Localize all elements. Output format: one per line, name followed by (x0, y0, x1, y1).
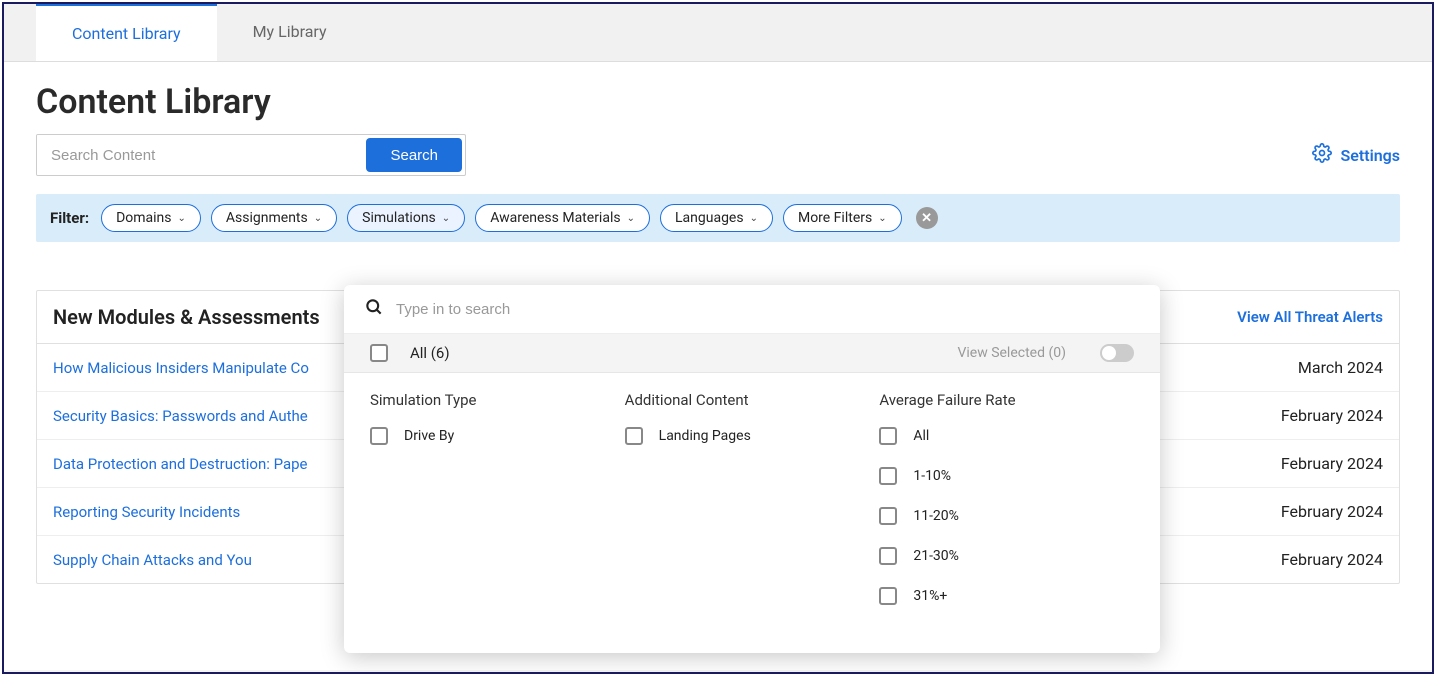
close-icon: ✕ (921, 211, 932, 226)
search-button[interactable]: Search (366, 138, 462, 172)
pill-label: Languages (675, 210, 744, 226)
chevron-down-icon: ⌄ (750, 213, 758, 224)
tab-my-library[interactable]: My Library (217, 4, 363, 61)
row-date: February 2024 (1281, 550, 1383, 569)
checkbox[interactable] (625, 427, 643, 445)
checkbox[interactable] (879, 507, 897, 525)
option-label: 1-10% (913, 468, 951, 484)
option-label: 21-30% (913, 548, 959, 564)
column-title: Additional Content (625, 391, 880, 409)
pill-label: Awareness Materials (490, 210, 620, 226)
option-failure-31plus[interactable]: 31%+ (879, 587, 1134, 605)
row-link[interactable]: Reporting Security Incidents (53, 503, 240, 521)
checkbox[interactable] (879, 427, 897, 445)
row-date: February 2024 (1281, 454, 1383, 473)
checkbox[interactable] (370, 427, 388, 445)
all-label: All (6) (410, 344, 450, 362)
tab-bar: Content Library My Library (4, 4, 1432, 62)
row-date: February 2024 (1281, 502, 1383, 521)
option-failure-11-20[interactable]: 11-20% (879, 507, 1134, 525)
checkbox[interactable] (879, 547, 897, 565)
option-label: Drive By (404, 428, 454, 444)
row-link[interactable]: How Malicious Insiders Manipulate Co (53, 359, 309, 377)
row-link[interactable]: Data Protection and Destruction: Pape (53, 455, 308, 473)
row-link[interactable]: Security Basics: Passwords and Authe (53, 407, 308, 425)
filter-pill-simulations[interactable]: Simulations ⌄ (347, 204, 465, 232)
column-title: Simulation Type (370, 391, 625, 409)
dropdown-search-row (344, 285, 1160, 334)
option-label: 11-20% (913, 508, 959, 524)
column-simulation-type: Simulation Type Drive By (370, 391, 625, 627)
filter-pill-awareness[interactable]: Awareness Materials ⌄ (475, 204, 650, 232)
clear-filters-button[interactable]: ✕ (916, 207, 938, 229)
dropdown-header: All (6) View Selected (0) (344, 334, 1160, 373)
row-date: March 2024 (1298, 358, 1383, 377)
option-label: 31%+ (913, 588, 947, 604)
filter-bar: Filter: Domains ⌄ Assignments ⌄ Simulation… (36, 194, 1400, 242)
column-failure-rate: Average Failure Rate All 1-10% 11-20% 21… (879, 391, 1134, 627)
option-failure-21-30[interactable]: 21-30% (879, 547, 1134, 565)
checkbox[interactable] (879, 467, 897, 485)
column-title: Average Failure Rate (879, 391, 1134, 409)
pill-label: Simulations (362, 210, 436, 226)
option-drive-by[interactable]: Drive By (370, 427, 625, 445)
column-additional-content: Additional Content Landing Pages (625, 391, 880, 627)
option-failure-1-10[interactable]: 1-10% (879, 467, 1134, 485)
section-title: New Modules & Assessments (53, 305, 320, 329)
filter-pill-languages[interactable]: Languages ⌄ (660, 204, 773, 232)
filter-pill-assignments[interactable]: Assignments ⌄ (211, 204, 337, 232)
pill-label: Assignments (226, 210, 308, 226)
row-link[interactable]: Supply Chain Attacks and You (53, 551, 252, 569)
option-label: All (913, 428, 929, 444)
tab-content-library[interactable]: Content Library (36, 3, 217, 61)
search-icon (364, 297, 384, 321)
filter-label: Filter: (50, 209, 89, 227)
view-all-link[interactable]: View All Threat Alerts (1237, 308, 1383, 326)
row-date: February 2024 (1281, 406, 1383, 425)
chevron-down-icon: ⌄ (314, 213, 322, 224)
checkbox[interactable] (879, 587, 897, 605)
dropdown-search-input[interactable] (396, 301, 1140, 318)
simulations-filter-dropdown: All (6) View Selected (0) Simulation Typ… (344, 285, 1160, 653)
filter-pill-more[interactable]: More Filters ⌄ (783, 204, 902, 232)
view-selected-label: View Selected (0) (957, 345, 1066, 361)
settings-link[interactable]: Settings (1312, 143, 1400, 167)
option-label: Landing Pages (659, 428, 751, 444)
chevron-down-icon: ⌄ (178, 213, 186, 224)
chevron-down-icon: ⌄ (878, 213, 886, 224)
settings-label: Settings (1340, 146, 1400, 165)
pill-label: More Filters (798, 210, 872, 226)
page-title: Content Library (36, 82, 1400, 122)
view-selected-toggle[interactable] (1100, 344, 1134, 362)
chevron-down-icon: ⌄ (442, 213, 450, 224)
option-landing-pages[interactable]: Landing Pages (625, 427, 880, 445)
pill-label: Domains (116, 210, 171, 226)
checkbox-all[interactable] (370, 344, 388, 362)
gear-icon (1312, 143, 1332, 167)
search-group: Search (36, 134, 466, 176)
filter-pill-domains[interactable]: Domains ⌄ (101, 204, 201, 232)
option-failure-all[interactable]: All (879, 427, 1134, 445)
chevron-down-icon: ⌄ (627, 213, 635, 224)
search-input[interactable] (37, 135, 363, 175)
